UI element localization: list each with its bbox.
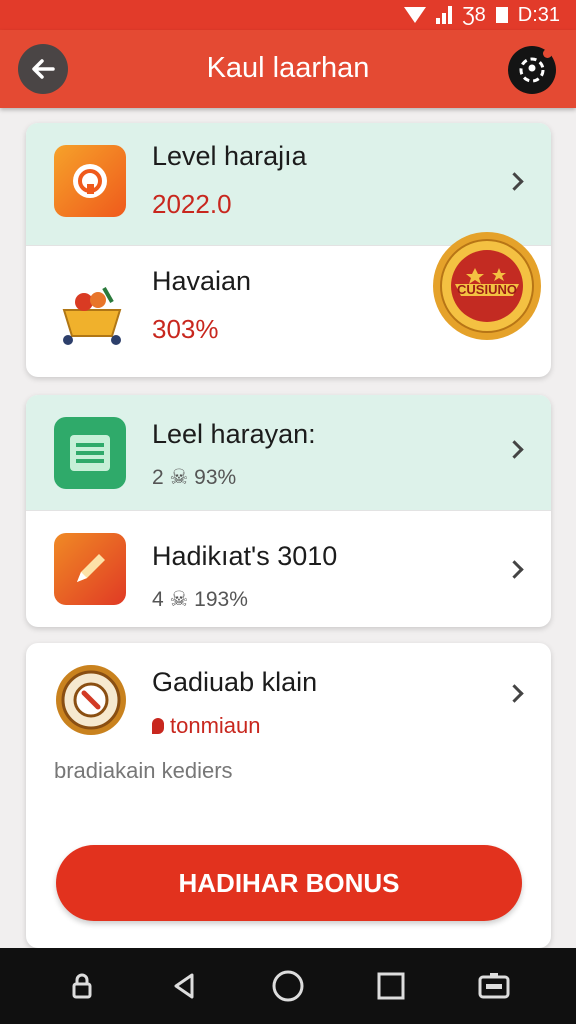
chevron-right-icon[interactable] xyxy=(505,684,524,703)
page-title: Kaul laarhan xyxy=(206,52,370,84)
stamp-icon xyxy=(54,663,128,737)
bonus-note: bradiakain kediers xyxy=(54,758,233,783)
level-value: 2022.0 xyxy=(152,189,232,219)
list-item-hadikiat[interactable]: Hadikıat's 3010 4 ☠ 193% xyxy=(26,510,551,627)
card-level: Level harajıa 2022.0 Havaian 303% CUSIUN… xyxy=(26,123,551,377)
bonus-tag: tonmiaun xyxy=(152,713,261,739)
nav-home-icon[interactable] xyxy=(263,961,313,1011)
nav-recents-icon[interactable] xyxy=(366,961,416,1011)
level-title: Level harajıa xyxy=(152,141,307,171)
list-item-havaian[interactable]: Havaian 303% CUSIUNO xyxy=(26,232,551,377)
nav-back-icon[interactable] xyxy=(160,961,210,1011)
lock-icon[interactable] xyxy=(57,961,107,1011)
wifi-icon xyxy=(404,7,427,23)
list-item-level[interactable]: Level harajıa 2022.0 xyxy=(26,123,551,245)
hadikiat-sub: 4 ☠ 193% xyxy=(152,588,248,611)
list-app-icon xyxy=(54,417,126,489)
leel-title: Leel harayan: xyxy=(152,419,316,449)
notification-dot xyxy=(543,49,552,58)
system-nav-bar xyxy=(0,948,576,1024)
camera-app-icon xyxy=(54,145,126,217)
basket-icon xyxy=(52,274,132,354)
hadikiat-title: Hadikıat's 3010 xyxy=(152,541,338,571)
svg-text:CUSIUNO: CUSIUNO xyxy=(457,282,517,297)
leel-sub: 2 ☠ 93% xyxy=(152,466,237,489)
bonus-tag-text: tonmiaun xyxy=(170,713,261,738)
status-time: D:31 xyxy=(517,3,560,26)
profile-button[interactable] xyxy=(508,46,556,94)
havaian-title: Havaian xyxy=(152,266,252,296)
card-bonus: Gadiuab klain tonmiaun bradiakain kedier… xyxy=(26,643,551,948)
chevron-right-icon xyxy=(505,440,524,459)
edit-app-icon xyxy=(54,533,126,605)
list-item-leel[interactable]: Leel harayan: 2 ☠ 93% xyxy=(26,395,551,510)
casino-seal-badge: CUSIUNO xyxy=(431,230,543,342)
status-bar: Ʒ8 D:31 xyxy=(0,0,576,30)
battery-icon xyxy=(495,7,508,23)
profile-icon xyxy=(519,57,545,83)
card-rewards: Leel harayan: 2 ☠ 93% Hadikıat's 3010 4 … xyxy=(26,395,551,627)
pin-icon xyxy=(152,718,164,734)
status-indicators: Ʒ8 xyxy=(462,3,486,26)
havaian-value: 303% xyxy=(152,314,219,344)
signal-icon xyxy=(436,6,453,24)
chevron-right-icon xyxy=(505,172,524,191)
claim-bonus-button[interactable]: HADIHAR BONUS xyxy=(56,845,522,921)
chevron-right-icon xyxy=(505,560,524,579)
bonus-title: Gadiuab klain xyxy=(152,667,318,697)
nav-switch-icon[interactable] xyxy=(469,961,519,1011)
app-bar: Kaul laarhan xyxy=(0,30,576,108)
